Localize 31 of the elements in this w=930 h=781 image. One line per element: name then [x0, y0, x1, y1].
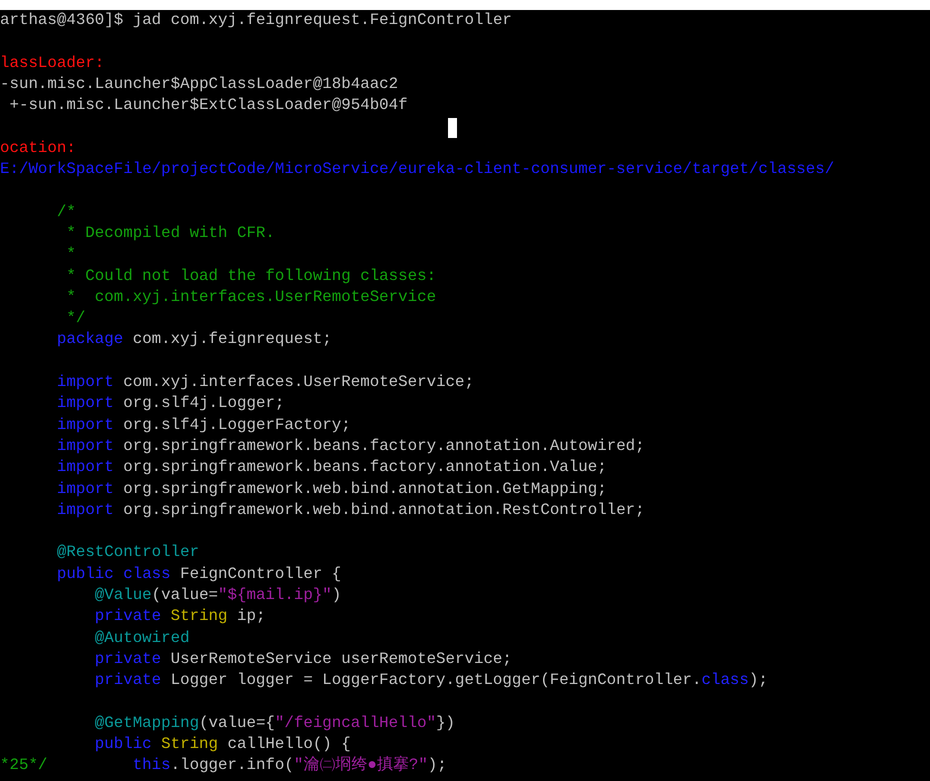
code-line: @Autowired [94, 628, 190, 649]
code-line: @GetMapping(value={"/feigncallHello"}) [94, 712, 456, 734]
code-line: */ [65, 308, 86, 330]
code-line: * Decompiled with CFR. [65, 222, 275, 244]
code-line: *25*/ this.logger.info("瀹㈡埛绔●搷搴?"); [0, 755, 447, 776]
code-line: * [65, 244, 76, 266]
code-line: @RestController [56, 542, 200, 564]
code-line: import org.slf4j.Logger; [56, 393, 284, 414]
code-line: public String callHello() { [94, 734, 351, 756]
code-line: package com.xyj.feignrequest; [56, 329, 332, 350]
code-line: -sun.misc.Launcher$AppClassLoader@18b4aac2 [0, 74, 398, 95]
code-line: private UserRemoteService userRemoteService; [94, 648, 512, 670]
code-line: E:/WorkSpaceFile/projectCode/MicroService/eureka-client-consumer-service/target/classes/ [0, 159, 834, 180]
code-line: private Logger logger = LoggerFactory.getLogger(FeignController.class); [94, 670, 768, 692]
code-line: lassLoader: [0, 52, 104, 74]
code-line: public class FeignController { [56, 564, 342, 585]
code-line: private String ip; [94, 606, 266, 628]
code-line: arthas@4360]$ jad com.xyj.feignrequest.FeignController [0, 10, 512, 31]
code-line: import org.springframework.web.bind.annotation.RestController; [56, 500, 645, 521]
code-line: ocation: [0, 138, 76, 159]
text-cursor [448, 118, 457, 138]
code-line: +-sun.misc.Launcher$ExtClassLoader@954b04f [8, 95, 408, 116]
code-line: /* [56, 202, 76, 223]
code-line: import org.springframework.beans.factory.annotation.Autowired; [56, 436, 645, 457]
code-line: import org.springframework.web.bind.annotation.GetMapping; [56, 478, 607, 500]
code-line: import com.xyj.interfaces.UserRemoteService; [56, 372, 474, 394]
code-line: import org.springframework.beans.factory.annotation.Value; [56, 457, 607, 478]
code-line: * com.xyj.interfaces.UserRemoteService [65, 286, 436, 308]
code-line: import org.slf4j.LoggerFactory; [56, 414, 351, 436]
code-line: @Value(value="${mail.ip}") [94, 585, 342, 606]
code-line: * Could not load the following classes: [65, 266, 436, 287]
